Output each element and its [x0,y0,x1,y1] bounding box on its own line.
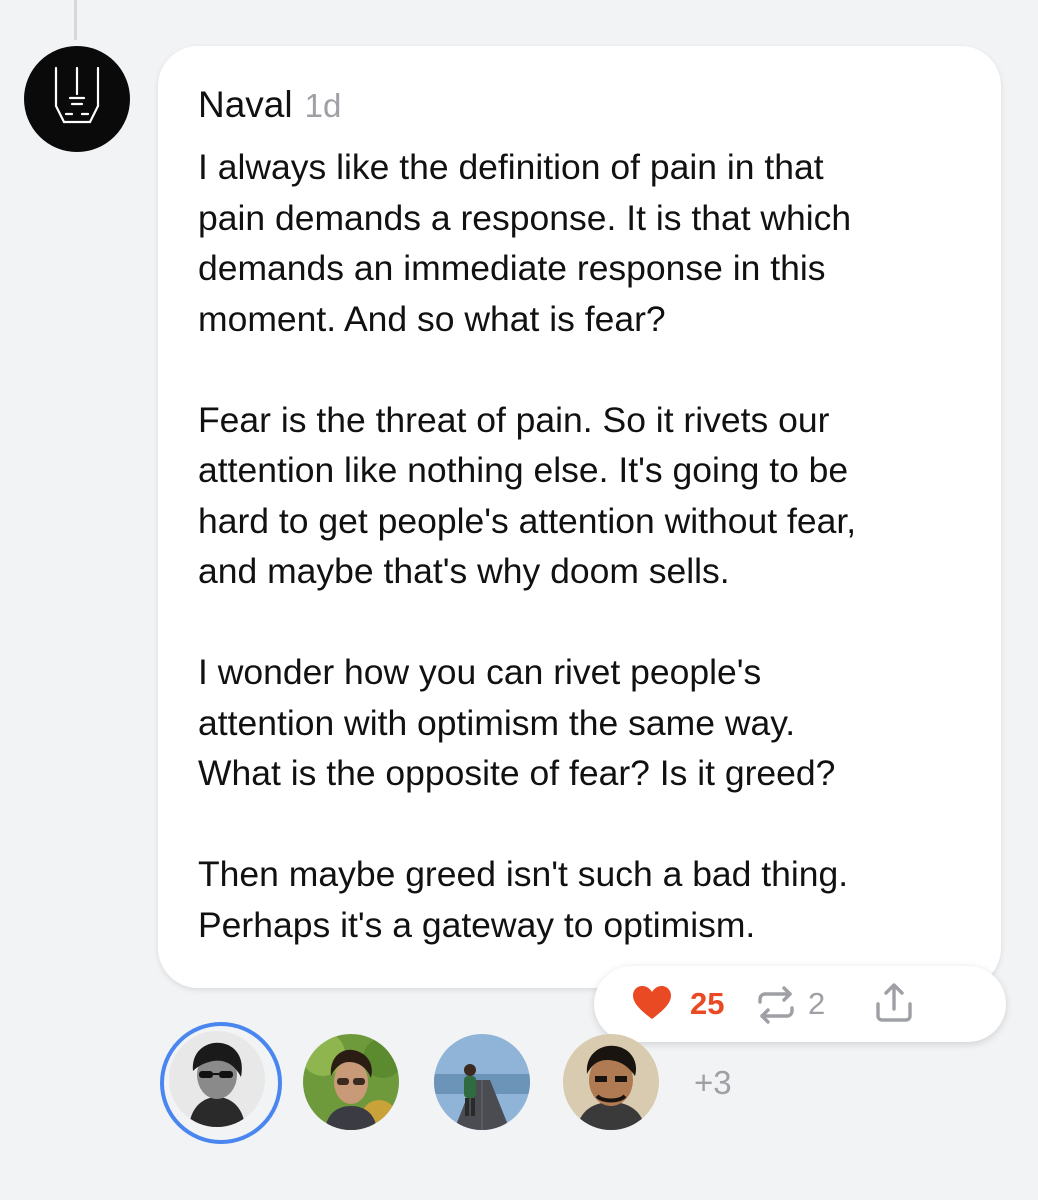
comment-bubble: Naval 1d I always like the definition of… [158,46,1001,988]
restack-icon[interactable] [756,985,796,1025]
reactor-avatar[interactable] [563,1034,659,1130]
comment-actions-bar: 25 2 [594,966,1006,1042]
reactor-avatar[interactable] [169,1031,265,1127]
heart-icon[interactable] [632,985,672,1021]
share-icon[interactable] [874,982,914,1024]
thread-line [74,0,77,40]
author-logo-icon [54,66,100,124]
like-count[interactable]: 25 [690,986,724,1022]
reactor-photo [563,1034,659,1130]
reactor-photo [434,1034,530,1130]
comment-paragraph: Fear is the threat of pain. So it rivets… [198,399,857,592]
reactor-avatar[interactable] [303,1034,399,1130]
comment-paragraph: I wonder how you can rivet people's atte… [198,652,836,793]
reactor-photo [169,1031,265,1127]
comment-timestamp[interactable]: 1d [305,87,342,125]
comment-paragraph: I always like the definition of pain in … [198,147,852,339]
comment-paragraph: Then maybe greed isn't such a bad thing.… [198,854,849,945]
reactor-photo [303,1034,399,1130]
author-avatar[interactable] [24,46,130,152]
more-reactors-count[interactable]: +3 [694,1064,732,1102]
comment-header: Naval 1d [198,84,341,126]
reactor-avatar[interactable] [434,1034,530,1130]
comment-body: I always like the definition of pain in … [198,142,988,950]
restack-count[interactable]: 2 [808,986,825,1022]
author-name[interactable]: Naval [198,84,293,126]
